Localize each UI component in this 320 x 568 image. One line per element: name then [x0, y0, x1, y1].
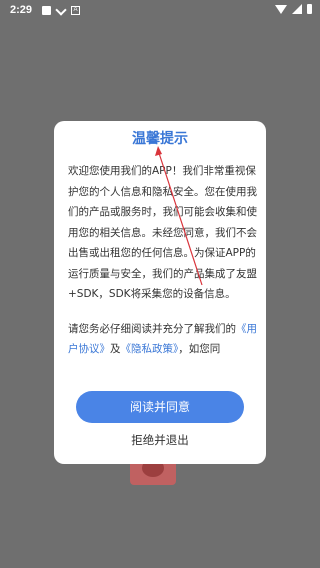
- paragraph-2-suffix: ，如您同: [178, 343, 221, 355]
- download-icon: [55, 4, 67, 16]
- dialog-paragraph-1: 欢迎您使用我们的APP！我们非常重视保护您的个人信息和隐私安全。您在使用我们的产…: [68, 165, 257, 300]
- status-bar: 2:29 A: [0, 0, 320, 20]
- status-time: 2:29: [10, 4, 33, 16]
- status-system-icons: [275, 4, 312, 14]
- and-text: 及: [110, 343, 121, 355]
- wifi-icon: [275, 4, 287, 14]
- signal-icon: [292, 4, 302, 14]
- dialog-title: 温馨提示: [132, 131, 188, 147]
- a-icon: A: [71, 5, 81, 15]
- dialog-paragraph-2: 请您务必仔细阅读并充分了解我们的《用户协议》及《隐私政策》，如您同: [68, 319, 258, 360]
- status-notification-icons: A: [42, 4, 81, 16]
- dialog-body[interactable]: 欢迎您使用我们的APP！我们非常重视保护您的个人信息和隐私安全。您在使用我们的产…: [68, 161, 258, 369]
- battery-icon: [307, 4, 312, 14]
- privacy-dialog: 温馨提示 欢迎您使用我们的APP！我们非常重视保护您的个人信息和隐私安全。您在使…: [54, 121, 266, 464]
- paragraph-2-prefix: 请您务必仔细阅读并充分了解我们的: [68, 322, 236, 335]
- image-icon: [42, 5, 52, 15]
- agree-button[interactable]: 阅读并同意: [76, 391, 244, 423]
- reject-button[interactable]: 拒绝并退出: [54, 429, 266, 451]
- privacy-policy-link[interactable]: 《隐私政策》: [121, 343, 179, 355]
- app-screen: 2:29 A 温馨提示 欢迎您使用我们的APP！我们非常重视保护您的个人信息和隐…: [0, 0, 320, 568]
